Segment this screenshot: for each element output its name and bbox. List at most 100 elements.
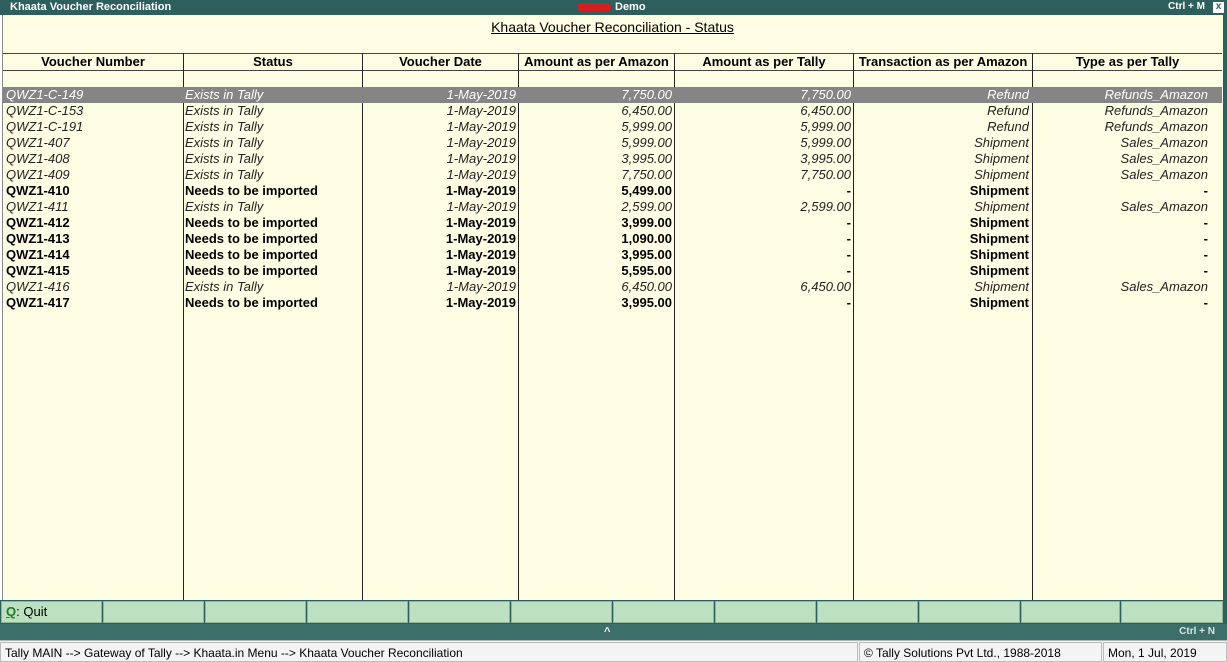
table-row[interactable]: QWZ1-409 Exists in Tally 1-May-2019 7,750.0… — [3, 167, 1222, 183]
col-head-voucher-number[interactable]: Voucher Number — [3, 54, 183, 70]
table-row[interactable]: QWZ1-414 Needs to be imported 1-May-2019 3,… — [3, 247, 1222, 263]
amount-amazon-cell: 5,999.00 — [621, 135, 672, 150]
empty-function-button[interactable] — [817, 601, 918, 623]
status-cell: Needs to be imported — [185, 215, 318, 230]
empty-function-button[interactable] — [103, 601, 204, 623]
button-bar: Q: Quit — [0, 600, 1227, 624]
col-head-amount-amazon[interactable]: Amount as per Amazon — [519, 54, 674, 70]
empty-function-button[interactable] — [613, 601, 714, 623]
amount-tally-cell: - — [846, 231, 851, 246]
amount-tally-cell: - — [846, 295, 851, 310]
table-row[interactable]: QWZ1-411 Exists in Tally 1-May-2019 2,599.0… — [3, 199, 1222, 215]
table-row[interactable]: QWZ1-408 Exists in Tally 1-May-2019 3,995.0… — [3, 151, 1222, 167]
table-row[interactable]: QWZ1-C-153 Exists in Tally 1-May-2019 6,450… — [3, 103, 1222, 119]
type-tally-cell: Sales_Amazon — [1120, 151, 1208, 166]
col-head-transaction-amazon[interactable]: Transaction as per Amazon — [854, 54, 1032, 70]
type-tally-cell: - — [1203, 231, 1208, 246]
col-head-status[interactable]: Status — [184, 54, 362, 70]
table-row[interactable]: QWZ1-415 Needs to be imported 1-May-2019 5,… — [3, 263, 1222, 279]
expand-caret-icon[interactable]: ^ — [604, 626, 610, 638]
voucher-table-body: QWZ1-C-149 Exists in Tally 1-May-2019 7,750… — [3, 87, 1222, 311]
amount-tally-cell: 6,450.00 — [800, 103, 851, 118]
report-title: Khaata Voucher Reconciliation - Status — [491, 19, 734, 35]
amount-amazon-cell: 7,750.00 — [621, 87, 672, 102]
amount-tally-cell: - — [846, 247, 851, 262]
voucher-date-cell: 1-May-2019 — [445, 247, 516, 262]
table-row[interactable]: QWZ1-C-191 Exists in Tally 1-May-2019 5,999… — [3, 119, 1222, 135]
voucher-number-cell: QWZ1-407 — [6, 135, 70, 150]
voucher-date-cell: 1-May-2019 — [446, 87, 516, 102]
type-tally-cell: - — [1203, 183, 1208, 198]
table-row[interactable]: QWZ1-413 Needs to be imported 1-May-2019 1,… — [3, 231, 1222, 247]
transaction-amazon-cell: Shipment — [974, 199, 1029, 214]
empty-function-button[interactable] — [511, 601, 612, 623]
redacted-company-mark — [577, 3, 611, 12]
amount-amazon-cell: 3,995.00 — [621, 295, 672, 310]
col-head-voucher-date[interactable]: Voucher Date — [363, 54, 518, 70]
type-tally-cell: Refunds_Amazon — [1104, 103, 1208, 118]
quit-button[interactable]: Q: Quit — [1, 601, 102, 623]
status-cell: Needs to be imported — [185, 263, 318, 278]
amount-amazon-cell: 3,999.00 — [621, 215, 672, 230]
voucher-number-cell: QWZ1-413 — [6, 231, 70, 246]
status-cell: Exists in Tally — [185, 103, 264, 118]
table-row[interactable]: QWZ1-407 Exists in Tally 1-May-2019 5,999.0… — [3, 135, 1222, 151]
navigation-path: Tally MAIN --> Gateway of Tally --> Khaa… — [0, 642, 858, 662]
transaction-amazon-cell: Refund — [987, 87, 1029, 102]
quit-label: : Quit — [16, 604, 48, 619]
status-cell: Needs to be imported — [185, 231, 318, 246]
voucher-number-cell: QWZ1-417 — [6, 295, 70, 310]
status-cell: Exists in Tally — [185, 87, 264, 102]
empty-function-button[interactable] — [1121, 601, 1223, 623]
amount-tally-cell: 3,995.00 — [800, 151, 851, 166]
right-scroll-strip — [1223, 15, 1227, 600]
amount-amazon-cell: 2,599.00 — [621, 199, 672, 214]
amount-amazon-cell: 7,750.00 — [621, 167, 672, 182]
company-suffix: Demo — [615, 1, 646, 13]
copyright-text: © Tally Solutions Pvt Ltd., 1988-2018 — [859, 642, 1102, 662]
transaction-amazon-cell: Refund — [987, 119, 1029, 134]
close-icon[interactable]: x — [1213, 2, 1224, 13]
col-head-amount-tally[interactable]: Amount as per Tally — [675, 54, 853, 70]
col-head-type-tally[interactable]: Type as per Tally — [1033, 54, 1222, 70]
amount-tally-cell: 7,750.00 — [800, 87, 851, 102]
amount-amazon-cell: 3,995.00 — [621, 151, 672, 166]
table-row[interactable]: QWZ1-410 Needs to be imported 1-May-2019 5,… — [3, 183, 1222, 199]
quit-key: Q — [6, 604, 17, 619]
voucher-date-cell: 1-May-2019 — [446, 279, 516, 294]
amount-tally-cell: - — [846, 215, 851, 230]
transaction-amazon-cell: Shipment — [969, 247, 1029, 262]
status-bar: Tally MAIN --> Gateway of Tally --> Khaa… — [0, 640, 1227, 662]
voucher-number-cell: QWZ1-412 — [6, 215, 70, 230]
transaction-amazon-cell: Shipment — [969, 183, 1029, 198]
table-row[interactable]: QWZ1-416 Exists in Tally 1-May-2019 6,450.0… — [3, 279, 1222, 295]
empty-function-button[interactable] — [1021, 601, 1120, 623]
empty-function-button[interactable] — [919, 601, 1020, 623]
current-date: Mon, 1 Jul, 2019 — [1103, 642, 1227, 662]
status-cell: Exists in Tally — [185, 151, 264, 166]
amount-tally-cell: 2,599.00 — [800, 199, 851, 214]
type-tally-cell: Sales_Amazon — [1120, 167, 1208, 182]
table-row[interactable]: QWZ1-417 Needs to be imported 1-May-2019 3,… — [3, 295, 1222, 311]
type-tally-cell: Sales_Amazon — [1120, 199, 1208, 214]
status-cell: Exists in Tally — [185, 199, 264, 214]
transaction-amazon-cell: Shipment — [969, 215, 1029, 230]
transaction-amazon-cell: Shipment — [974, 135, 1029, 150]
status-cell: Exists in Tally — [185, 167, 264, 182]
empty-function-button[interactable] — [409, 601, 510, 623]
table-row[interactable]: QWZ1-412 Needs to be imported 1-May-2019 3,… — [3, 215, 1222, 231]
empty-function-button[interactable] — [715, 601, 816, 623]
transaction-amazon-cell: Shipment — [974, 279, 1029, 294]
table-row[interactable]: QWZ1-C-149 Exists in Tally 1-May-2019 7,750… — [3, 87, 1222, 103]
type-tally-cell: Sales_Amazon — [1120, 279, 1208, 294]
voucher-date-cell: 1-May-2019 — [446, 151, 516, 166]
voucher-date-cell: 1-May-2019 — [445, 215, 516, 230]
amount-tally-cell: - — [846, 183, 851, 198]
empty-function-button[interactable] — [307, 601, 408, 623]
voucher-date-cell: 1-May-2019 — [446, 135, 516, 150]
type-tally-cell: - — [1203, 263, 1208, 278]
voucher-date-cell: 1-May-2019 — [446, 199, 516, 214]
type-tally-cell: - — [1203, 295, 1208, 310]
empty-function-button[interactable] — [205, 601, 306, 623]
amount-amazon-cell: 5,595.00 — [621, 263, 672, 278]
